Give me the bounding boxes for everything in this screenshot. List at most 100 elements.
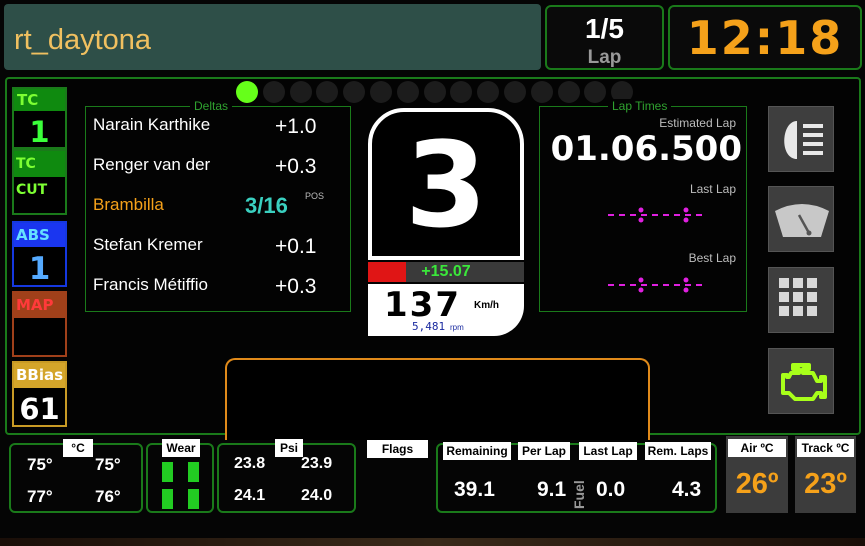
map-label: MAP bbox=[14, 293, 65, 318]
fuel-remlaps: 4.3 bbox=[672, 478, 702, 501]
rpm-unit: rpm bbox=[450, 323, 464, 332]
delta-driver-name: Brambilla bbox=[93, 195, 164, 214]
flags-label: Flags bbox=[367, 440, 428, 458]
wear-rl bbox=[162, 489, 173, 509]
player-position-suffix: POS bbox=[305, 191, 325, 201]
delta-driver-name: Renger van der bbox=[93, 155, 211, 174]
tyre-psi-panel: Psi 23.8 23.9 24.1 24.0 bbox=[217, 439, 356, 513]
psi-fl: 23.8 bbox=[234, 455, 266, 472]
shift-light bbox=[316, 81, 339, 103]
best-lap-placeholder bbox=[608, 277, 702, 293]
bbias-value: 61 bbox=[19, 392, 60, 426]
shift-light bbox=[396, 81, 419, 103]
message-panel bbox=[225, 358, 650, 440]
headlight-icon bbox=[784, 121, 823, 159]
shift-light bbox=[370, 81, 392, 103]
last-lap-label: Last Lap bbox=[689, 182, 736, 196]
delta-value: +0.3 bbox=[275, 275, 317, 298]
laptimes-panel: Lap Times Estimated Lap 01.06.500 Last L… bbox=[539, 99, 747, 312]
delta-driver-name: Stefan Kremer bbox=[93, 235, 203, 254]
lap-counter: 1/5 Lap bbox=[545, 5, 664, 70]
wear-fl bbox=[162, 462, 173, 482]
wiper-icon bbox=[775, 204, 829, 237]
lap-value: 1/5 bbox=[585, 13, 624, 44]
psi-rr: 24.0 bbox=[301, 487, 333, 504]
fuel-perlap-label: Per Lap bbox=[518, 442, 570, 460]
estimated-lap-label: Estimated Lap bbox=[659, 116, 736, 130]
track-title-bar: rt_daytona bbox=[4, 4, 541, 70]
temp-rr: 76° bbox=[95, 487, 121, 506]
temp-rl: 77° bbox=[27, 487, 53, 506]
track-temp-label: Track ºC bbox=[797, 439, 854, 457]
shift-light bbox=[289, 81, 312, 103]
lap-label: Lap bbox=[587, 47, 622, 68]
shift-light bbox=[504, 81, 526, 103]
clock-panel: 12:18 bbox=[668, 5, 862, 70]
shift-lights bbox=[236, 81, 634, 103]
headlight-button[interactable] bbox=[768, 106, 834, 172]
psi-fr: 23.9 bbox=[301, 455, 333, 472]
dashboard: rt_daytona 1/5 Lap 12:18 TC 1 TC CUT ABS… bbox=[0, 0, 865, 546]
delta-bar: +15.07 bbox=[368, 262, 524, 282]
tc-label: TC bbox=[14, 89, 65, 111]
air-temp-label: Air ºC bbox=[728, 439, 786, 457]
delta-value: +0.1 bbox=[275, 235, 317, 258]
shift-light bbox=[423, 81, 446, 103]
bottom-edge-strip bbox=[0, 538, 865, 546]
wear-fr bbox=[188, 462, 199, 482]
tc-cut-box: TC CUT bbox=[12, 149, 67, 215]
shift-light bbox=[262, 81, 285, 103]
abs-label: ABS bbox=[14, 223, 65, 247]
shift-light bbox=[450, 81, 473, 103]
fuel-perlap: 9.1 bbox=[537, 478, 567, 501]
track-name: rt_daytona bbox=[14, 24, 152, 56]
fuel-panel: Remaining Per Lap Last Lap Rem. Laps 39.… bbox=[436, 442, 717, 513]
grid-button[interactable] bbox=[768, 267, 834, 333]
engine-warning-button[interactable] bbox=[768, 348, 834, 414]
shift-light bbox=[477, 81, 500, 103]
delta-value: +1.0 bbox=[275, 115, 317, 138]
bbias-box: BBias 61 bbox=[12, 361, 67, 427]
temp-fl: 75° bbox=[27, 455, 53, 474]
fuel-remlaps-label: Rem. Laps bbox=[645, 442, 711, 460]
delta-value: +0.3 bbox=[275, 155, 317, 178]
shift-light bbox=[584, 81, 607, 103]
tyre-wear-panel: Wear bbox=[146, 439, 214, 513]
wear-rr bbox=[188, 489, 199, 509]
estimated-lap-value: 01.06.500 bbox=[550, 129, 742, 169]
air-temp-value: 26º bbox=[735, 468, 779, 500]
speed-box: 137 Km/h 5,481 rpm bbox=[368, 284, 524, 336]
engine-warning-icon bbox=[781, 363, 827, 401]
speed-value: 137 bbox=[384, 285, 461, 325]
fuel-lastlap-label: Last Lap bbox=[579, 442, 637, 460]
deltas-panel: Deltas Narain Karthike +1.0 Renger van der… bbox=[85, 99, 351, 312]
tc-value: 1 bbox=[29, 115, 50, 149]
player-position: 3/16 bbox=[245, 193, 288, 218]
wiper-button[interactable] bbox=[768, 186, 834, 252]
abs-box: ABS 1 bbox=[12, 221, 67, 287]
tyre-psi-unit: Psi bbox=[275, 439, 303, 457]
rpm-value: 5,481 bbox=[412, 320, 446, 333]
abs-value: 1 bbox=[28, 251, 51, 287]
grid-icon bbox=[779, 278, 817, 316]
clock: 12:18 bbox=[686, 11, 844, 65]
tc-cut-label: TC CUT bbox=[14, 151, 65, 198]
fuel-remaining-label: Remaining bbox=[443, 442, 511, 460]
delta-bar-text: +15.07 bbox=[421, 263, 471, 280]
deltas-title: Deltas bbox=[190, 99, 233, 113]
tyre-temps-unit: °C bbox=[63, 439, 93, 457]
shift-light bbox=[343, 81, 366, 103]
delta-driver-name: Francis Métiffio bbox=[93, 275, 208, 294]
tc-box: TC 1 bbox=[12, 87, 67, 149]
bbias-label: BBias bbox=[14, 363, 65, 388]
tyre-wear-label: Wear bbox=[162, 439, 200, 457]
temp-fr: 75° bbox=[95, 455, 121, 474]
fuel-vertical-label: Fuel bbox=[571, 480, 587, 509]
map-box: MAP bbox=[12, 291, 67, 357]
fuel-lastlap: 0.0 bbox=[596, 478, 626, 501]
air-temp-panel: Air ºC 26º bbox=[726, 436, 788, 513]
track-temp-value: 23º bbox=[804, 468, 847, 500]
gear-value: 3 bbox=[404, 116, 488, 254]
speed-unit: Km/h bbox=[474, 300, 499, 311]
shift-light bbox=[236, 81, 258, 103]
